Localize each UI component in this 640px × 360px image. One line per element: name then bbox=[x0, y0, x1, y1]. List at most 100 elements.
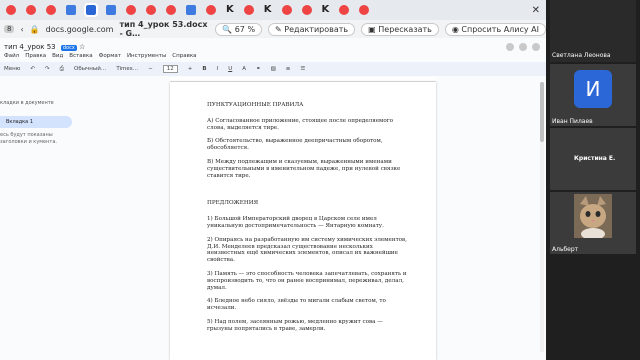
menu-tools[interactable]: Инструменты bbox=[127, 53, 166, 59]
tab-yandex-icon[interactable] bbox=[206, 5, 216, 15]
font-size-input[interactable]: 12 bbox=[162, 65, 178, 73]
zoom-value: 67 % bbox=[234, 24, 256, 34]
doc-format-badge: docx bbox=[60, 45, 77, 51]
sentence-3: 3) Память — это способность человека зап… bbox=[207, 270, 407, 291]
doc-header: тип 4_урок 53 docx ☆ Файл Правка Вид Вст… bbox=[0, 38, 546, 62]
redo-icon[interactable]: ↷ bbox=[45, 66, 50, 72]
alice-button[interactable]: ◉ Спросить Алису AI bbox=[444, 22, 546, 36]
tab-docs-icon[interactable] bbox=[186, 5, 196, 15]
tab-yandex-icon[interactable] bbox=[6, 5, 16, 15]
underline-icon[interactable]: U bbox=[228, 66, 232, 72]
outline-note: есь будут показаны заголовки и кумента. bbox=[0, 132, 57, 145]
tab-yandex-icon[interactable] bbox=[126, 5, 136, 15]
sentence-1: 1) Большой Императорский дворец в Царско… bbox=[207, 216, 384, 229]
tab-count-badge[interactable]: 8 bbox=[4, 25, 15, 33]
tab-yandex-icon[interactable] bbox=[26, 5, 36, 15]
star-icon[interactable]: ☆ bbox=[79, 43, 85, 51]
edit-button-label: Редактировать bbox=[284, 24, 349, 34]
document-body[interactable]: ПУНКТУАЦИОННЫЕ ПРАВИЛА А) Согласованное … bbox=[207, 102, 407, 340]
menu-help[interactable]: Справка bbox=[172, 53, 196, 59]
menus-button[interactable]: Меню bbox=[4, 66, 20, 72]
italic-icon[interactable]: I bbox=[217, 66, 219, 72]
header-actions bbox=[506, 43, 540, 51]
outline-tab-1[interactable]: Вкладка 1 bbox=[0, 116, 72, 128]
address-bar: 8 ‹ 🔒 docs.google.com тип 4_урок 53.docx… bbox=[0, 20, 546, 38]
tab-yandex-icon[interactable] bbox=[146, 5, 156, 15]
participant-name: Иван Пилаев bbox=[552, 118, 593, 125]
tab-docs-icon[interactable] bbox=[66, 5, 76, 15]
meet-icon[interactable] bbox=[532, 43, 540, 51]
sentence-2: 2) Опираясь на разработанную им систему … bbox=[207, 236, 407, 264]
tab-yandex-icon[interactable] bbox=[359, 5, 370, 15]
lock-icon: 🔒 bbox=[29, 24, 40, 34]
scrollbar-thumb[interactable] bbox=[540, 82, 544, 142]
document-outline: кладки в документе Вкладка 1 есь будут п… bbox=[0, 100, 80, 146]
formatting-toolbar: Меню ↶ ↷ ⎙ Обычный… Times… − 12 + B I U … bbox=[0, 62, 546, 76]
tab-k-icon[interactable]: K bbox=[264, 5, 272, 15]
tab-yandex-icon[interactable] bbox=[281, 5, 292, 15]
alice-button-label: Спросить Алису AI bbox=[461, 24, 539, 34]
tab-yandex-icon[interactable] bbox=[166, 5, 176, 15]
align-icon[interactable]: ≡ bbox=[286, 66, 291, 72]
list-icon[interactable]: ☰ bbox=[300, 66, 305, 72]
text-color-icon[interactable]: A bbox=[242, 66, 246, 72]
tab-k-icon[interactable]: K bbox=[322, 5, 330, 15]
close-icon[interactable]: ✕ bbox=[532, 5, 540, 16]
tab-yandex-icon[interactable] bbox=[301, 5, 312, 15]
print-icon[interactable]: ⎙ bbox=[60, 66, 64, 73]
tab-yandex-icon[interactable] bbox=[339, 5, 350, 15]
doc-title-text[interactable]: тип 4_урок 53 bbox=[4, 43, 56, 51]
tab-yandex-icon[interactable] bbox=[243, 5, 254, 15]
bold-icon[interactable]: B bbox=[202, 66, 206, 72]
rule-v: В) Между подлежащим и сказуемым, выражен… bbox=[207, 158, 401, 179]
zoom-control[interactable]: 🔍 67 % bbox=[215, 22, 263, 36]
tab-docs-active-icon[interactable] bbox=[84, 3, 98, 17]
participant-tile-top[interactable]: Светлана Леонова bbox=[550, 0, 636, 62]
undo-icon[interactable]: ↶ bbox=[30, 66, 35, 72]
browser-window: K K K ✕ 8 ‹ 🔒 docs.google.com тип 4_урок… bbox=[0, 0, 546, 360]
doc-title: тип 4_урок 53 docx ☆ bbox=[4, 43, 85, 51]
back-icon[interactable]: ‹ bbox=[20, 25, 23, 34]
rule-b: Б) Обстоятельство, выраженное деепричаст… bbox=[207, 138, 383, 152]
menu-file[interactable]: Файл bbox=[4, 53, 19, 59]
rule-a: А) Согласованное приложение, стоящее пос… bbox=[207, 117, 394, 131]
menu-bar: Файл Правка Вид Вставка Формат Инструмен… bbox=[4, 53, 197, 59]
font-size-decrease[interactable]: − bbox=[148, 66, 153, 72]
font-size-increase[interactable]: + bbox=[188, 66, 193, 72]
menu-edit[interactable]: Правка bbox=[25, 53, 46, 59]
menu-insert[interactable]: Вставка bbox=[69, 53, 92, 59]
heading-rules: ПУНКТУАЦИОННЫЕ ПРАВИЛА bbox=[207, 102, 304, 108]
tab-yandex-icon[interactable] bbox=[46, 5, 56, 15]
scrollbar[interactable] bbox=[540, 82, 544, 352]
cat-avatar-image bbox=[574, 194, 612, 240]
avatar: И bbox=[574, 70, 612, 108]
retell-button-label: Пересказать bbox=[378, 24, 432, 34]
participant-tile-ivan[interactable]: И Иван Пилаев bbox=[550, 64, 636, 126]
tab-k-icon[interactable]: K bbox=[226, 5, 234, 15]
font-select[interactable]: Times… bbox=[116, 66, 138, 72]
style-select[interactable]: Обычный… bbox=[74, 66, 106, 72]
sentence-4: 4) Бледное небо сияло, звёзды то мигали … bbox=[207, 298, 386, 312]
address-url[interactable]: docs.google.com bbox=[46, 25, 114, 34]
heading-sentences: ПРЕДЛОЖЕНИЯ bbox=[207, 200, 259, 207]
participant-name: Кристина Е. bbox=[574, 155, 616, 162]
image-icon[interactable]: ▨ bbox=[271, 66, 276, 72]
participant-tile-albert[interactable]: Альберт bbox=[550, 192, 636, 254]
participant-name: Альберт bbox=[552, 246, 579, 253]
sentence-5: 5) Над полем, засеянным рожью, медленно … bbox=[207, 318, 383, 332]
participant-tile-kristina[interactable]: Кристина Е. bbox=[550, 128, 636, 190]
link-icon[interactable]: ⚭ bbox=[256, 66, 261, 72]
outline-header: кладки в документе bbox=[0, 100, 54, 106]
participant-name: Светлана Леонова bbox=[552, 52, 611, 59]
edit-button[interactable]: ✎ Редактировать bbox=[268, 22, 356, 36]
menu-format[interactable]: Формат bbox=[99, 53, 121, 59]
tab-docs-icon[interactable] bbox=[106, 5, 116, 15]
document-page[interactable]: ПУНКТУАЦИОННЫЕ ПРАВИЛА А) Согласованное … bbox=[170, 82, 436, 360]
menu-view[interactable]: Вид bbox=[52, 53, 63, 59]
retell-button[interactable]: ▣ Пересказать bbox=[361, 22, 439, 36]
page-title: тип 4_урок 53.docx - G… bbox=[119, 20, 208, 38]
history-icon[interactable] bbox=[506, 43, 514, 51]
video-call-panel: Светлана Леонова И Иван Пилаев Кристина … bbox=[546, 0, 640, 360]
tab-strip: K K K ✕ bbox=[0, 0, 546, 20]
comment-icon[interactable] bbox=[519, 43, 527, 51]
